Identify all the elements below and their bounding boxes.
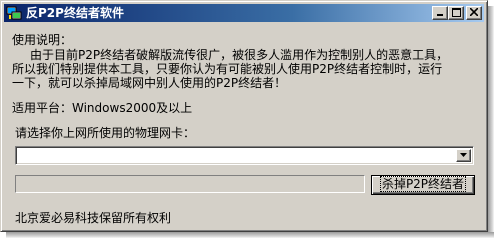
title-bar[interactable]: 反P2P终结者软件 <box>4 4 484 22</box>
platform-text: 适用平台：Windows2000及以上 <box>12 101 193 115</box>
minimize-button[interactable] <box>432 6 448 20</box>
kill-p2p-terminator-button[interactable]: 杀掉P2P终结者 <box>371 175 475 195</box>
maximize-button[interactable] <box>448 6 464 20</box>
dropdown-arrow-button[interactable] <box>456 149 471 162</box>
kill-button-label: 杀掉P2P终结者 <box>379 176 467 192</box>
minimize-icon <box>437 14 443 16</box>
nic-select-dropdown[interactable] <box>15 146 474 165</box>
progress-bar <box>15 175 365 193</box>
instructions-line-2: 所以我们特别提供本工具，只要你认为有可能被别人使用P2P终结者控制时，运行 <box>12 62 443 76</box>
chevron-down-icon <box>460 153 467 157</box>
app-window: 反P2P终结者软件 使用说明： 由于目前P2P终结者破解版流传很广，被很多人滥用… <box>0 0 488 232</box>
window-title: 反P2P终结者软件 <box>26 6 124 20</box>
close-icon <box>470 8 478 16</box>
nic-select-prompt: 请选择你上网所使用的物理网卡： <box>15 126 196 140</box>
network-app-icon <box>6 5 22 21</box>
maximize-icon <box>451 8 461 17</box>
close-button[interactable] <box>466 6 482 20</box>
window-shadow-bottom <box>6 232 494 238</box>
instructions-heading: 使用说明： <box>12 33 73 47</box>
window-shadow-right <box>488 6 494 238</box>
copyright-text: 北京爱必易科技保留所有权利 <box>15 211 172 225</box>
instructions-line-3: 一下，就可以杀掉局域网中别人使用的P2P终结者！ <box>12 76 287 90</box>
instructions-line-1: 由于目前P2P终结者破解版流传很广，被很多人滥用作为控制别人的恶意工具， <box>30 48 449 62</box>
